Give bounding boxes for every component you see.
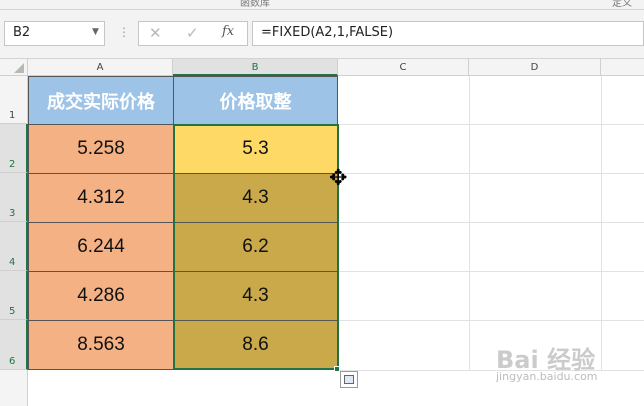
gridline xyxy=(469,76,470,370)
gridline xyxy=(338,222,644,223)
select-all-triangle-icon xyxy=(14,63,24,73)
row-header-6[interactable]: 6 xyxy=(0,320,28,370)
enter-icon[interactable]: ✓ xyxy=(186,24,199,42)
ribbon-group-label: 函数库 xyxy=(240,0,270,9)
watermark-url: jingyan.baidu.com xyxy=(496,370,598,383)
quick-analysis-icon xyxy=(344,375,354,384)
insert-function-icon[interactable]: fx xyxy=(222,24,234,39)
selection-border xyxy=(173,124,339,370)
cell-a4[interactable]: 6.244 xyxy=(28,222,174,272)
gridline xyxy=(338,320,644,321)
cell-a2[interactable]: 5.258 xyxy=(28,124,174,174)
column-header-c[interactable]: C xyxy=(338,59,469,76)
row-header-3[interactable]: 3 xyxy=(0,173,28,222)
cell-b1[interactable]: 价格取整 xyxy=(173,76,338,125)
gridline xyxy=(338,173,644,174)
gridline xyxy=(338,124,644,125)
name-box[interactable]: B2 xyxy=(4,21,105,46)
chevron-down-icon[interactable]: ▼ xyxy=(92,27,99,37)
cancel-icon[interactable]: ✕ xyxy=(149,24,162,42)
row-header-next[interactable] xyxy=(0,370,28,406)
gridline xyxy=(338,271,644,272)
cell-a1[interactable]: 成交实际价格 xyxy=(28,76,174,125)
ribbon-strip xyxy=(0,0,644,10)
gridline xyxy=(601,76,602,370)
row-header-5[interactable]: 5 xyxy=(0,271,28,320)
column-header-b[interactable]: B xyxy=(173,59,338,76)
row-header-1[interactable]: 1 xyxy=(0,76,28,124)
move-cursor-icon: ✥ xyxy=(329,166,348,191)
cell-a5[interactable]: 4.286 xyxy=(28,271,174,321)
formula-input[interactable]: =FIXED(A2,1,FALSE) xyxy=(252,21,644,46)
more-dots-icon: ⋮ xyxy=(118,25,130,39)
row-header-2[interactable]: 2 xyxy=(0,124,28,173)
column-header-next[interactable] xyxy=(601,59,644,76)
column-header-a[interactable]: A xyxy=(28,59,173,76)
cell-a3[interactable]: 4.312 xyxy=(28,173,174,223)
row-header-4[interactable]: 4 xyxy=(0,222,28,271)
ribbon-right-label: 定义 xyxy=(612,0,632,9)
gridline xyxy=(338,370,644,371)
column-header-d[interactable]: D xyxy=(469,59,601,76)
cell-a6[interactable]: 8.563 xyxy=(28,320,174,370)
